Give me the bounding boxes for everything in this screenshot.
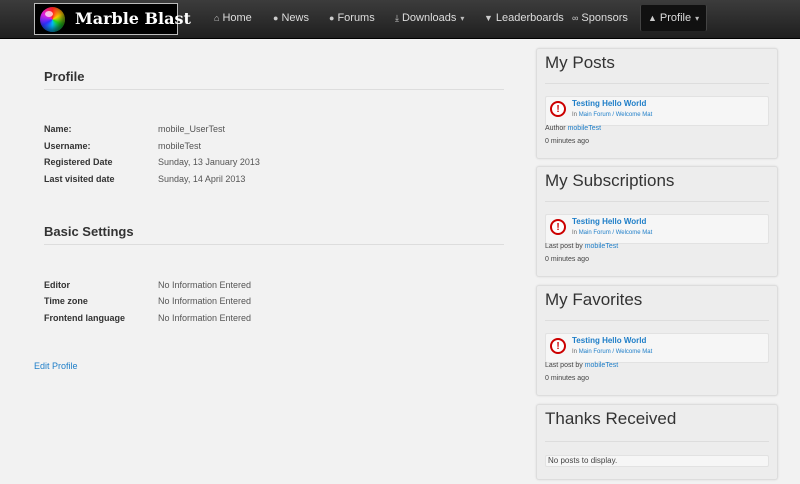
nav-profile[interactable]: ▲ Profile ▾: [640, 5, 708, 31]
category-link[interactable]: Main Forum / Welcome Mat: [579, 112, 653, 118]
category-link[interactable]: Main Forum / Welcome Mat: [579, 230, 653, 236]
site-logo[interactable]: Marble Blast: [34, 3, 191, 35]
nav-forums[interactable]: ● Forums: [329, 0, 375, 36]
in-label: In: [572, 112, 578, 118]
last-post-line: Last post by mobileTest: [545, 243, 618, 250]
panel-divider: [545, 320, 769, 321]
chevron-down-icon: ▾: [460, 14, 465, 23]
nav-leaderboards[interactable]: ▼ Leaderboards: [484, 0, 564, 36]
settings-divider: [44, 244, 504, 245]
nav-profile-label: Profile: [659, 12, 692, 24]
alert-icon: !: [550, 219, 566, 235]
link-icon: ∞: [572, 13, 579, 23]
field-label-editor: Editor: [44, 280, 70, 290]
in-label: In: [572, 230, 578, 236]
post-item: ! Testing Hello World In Main Forum / We…: [545, 214, 769, 244]
post-author-line: Author mobileTest: [545, 125, 601, 132]
field-label-name: Name:: [44, 124, 72, 134]
field-value-username: mobileTest: [158, 141, 202, 151]
field-label-language: Frontend language: [44, 313, 125, 323]
field-value-timezone: No Information Entered: [158, 296, 252, 306]
post-title-link[interactable]: Testing Hello World: [572, 336, 646, 345]
nav-sponsors[interactable]: ∞ Sponsors: [572, 0, 628, 36]
edit-profile-link[interactable]: Edit Profile: [34, 361, 78, 371]
post-item: ! Testing Hello World In Main Forum / We…: [545, 333, 769, 363]
trophy-icon: ▼: [484, 13, 493, 23]
panel-divider: [545, 201, 769, 202]
last-post-label: Last post by: [545, 362, 583, 369]
post-title-link[interactable]: Testing Hello World: [572, 99, 646, 108]
alert-icon: !: [550, 338, 566, 354]
post-item: ! Testing Hello World In Main Forum / We…: [545, 96, 769, 126]
last-post-user-link[interactable]: mobileTest: [585, 362, 618, 369]
thanks-received-title: Thanks Received: [545, 409, 677, 428]
alert-icon: !: [550, 101, 566, 117]
comments-icon: ●: [329, 13, 335, 23]
post-category-line: In Main Forum / Welcome Mat: [572, 349, 652, 355]
author-label: Author: [545, 125, 566, 132]
logo-text: Marble Blast: [75, 9, 191, 28]
last-post-line: Last post by mobileTest: [545, 362, 618, 369]
nav-leaderboards-label: Leaderboards: [495, 12, 564, 24]
field-value-editor: No Information Entered: [158, 280, 252, 290]
field-value-registered: Sunday, 13 January 2013: [158, 157, 260, 167]
my-posts-panel: My Posts ! Testing Hello World In Main F…: [536, 48, 778, 159]
panel-divider: [545, 441, 769, 442]
last-post-user-link[interactable]: mobileTest: [585, 243, 618, 250]
post-time: 0 minutes ago: [545, 375, 589, 382]
post-category-line: In Main Forum / Welcome Mat: [572, 230, 652, 236]
nav-forums-label: Forums: [337, 12, 375, 24]
my-posts-title: My Posts: [545, 53, 615, 72]
last-post-label: Last post by: [545, 243, 583, 250]
download-icon: ⤓: [395, 13, 399, 23]
field-value-language: No Information Entered: [158, 313, 252, 323]
post-category-line: In Main Forum / Welcome Mat: [572, 112, 652, 118]
in-label: In: [572, 349, 578, 355]
field-label-username: Username:: [44, 141, 91, 151]
panel-divider: [545, 83, 769, 84]
nav-news[interactable]: ● News: [273, 0, 309, 36]
field-label-last-visited: Last visited date: [44, 174, 115, 184]
profile-divider: [44, 89, 504, 90]
field-label-timezone: Time zone: [44, 296, 88, 306]
settings-heading: Basic Settings: [44, 224, 134, 239]
nav-news-label: News: [281, 12, 309, 24]
category-link[interactable]: Main Forum / Welcome Mat: [579, 349, 653, 355]
nav-sponsors-label: Sponsors: [581, 12, 628, 24]
chevron-down-icon: ▾: [695, 14, 700, 23]
field-value-name: mobile_UserTest: [158, 124, 226, 134]
my-subscriptions-title: My Subscriptions: [545, 171, 675, 190]
profile-heading: Profile: [44, 69, 85, 84]
post-title-link[interactable]: Testing Hello World: [572, 217, 646, 226]
post-time: 0 minutes ago: [545, 256, 589, 263]
author-link[interactable]: mobileTest: [568, 125, 601, 132]
nav-downloads-label: Downloads: [401, 12, 457, 24]
nav-home-label: Home: [222, 12, 252, 24]
comment-icon: ●: [273, 13, 279, 23]
marble-icon: [40, 7, 65, 32]
post-time: 0 minutes ago: [545, 138, 589, 145]
thanks-received-panel: Thanks Received No posts to display.: [536, 404, 778, 480]
my-favorites-panel: My Favorites ! Testing Hello World In Ma…: [536, 285, 778, 396]
nav-home[interactable]: ⌂ Home: [214, 0, 252, 36]
field-value-last-visited: Sunday, 14 April 2013: [158, 174, 246, 184]
nav-downloads[interactable]: ⤓ Downloads ▾: [395, 0, 464, 36]
empty-message: No posts to display.: [545, 455, 769, 467]
home-icon: ⌂: [214, 13, 220, 23]
my-favorites-title: My Favorites: [545, 290, 643, 309]
my-subscriptions-panel: My Subscriptions ! Testing Hello World I…: [536, 166, 778, 277]
top-navbar: Marble Blast ⌂ Home ● News ● Forums ⤓ Downlo…: [0, 0, 800, 39]
user-icon: ▲: [648, 13, 657, 23]
field-label-registered: Registered Date: [44, 157, 113, 167]
